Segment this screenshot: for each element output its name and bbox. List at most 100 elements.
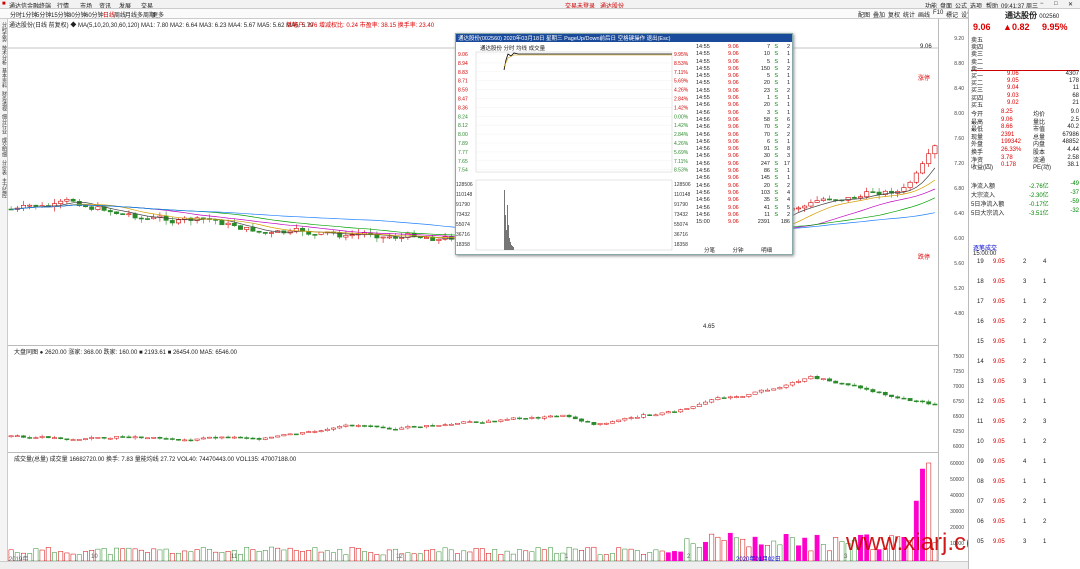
tick-list[interactable]: 14:55 9.06 7 S 2 14:55 9.06 10 S 1 14:55 9.06 5 S 1 14:… bbox=[696, 44, 792, 226]
left-tab-trades[interactable]: 成交明细 bbox=[1, 137, 8, 157]
y-tick: 6750 bbox=[952, 399, 964, 405]
index-candle-body bbox=[554, 415, 560, 418]
menu-market[interactable]: 市场 bbox=[80, 1, 92, 8]
tick-row[interactable]: 14:55 9.06 150 S 2 bbox=[696, 66, 792, 73]
tick-row[interactable]: 14:56 9.06 3 S 1 bbox=[696, 110, 792, 117]
left-tab-industry[interactable]: 细分行业 bbox=[1, 114, 8, 134]
x-tick: 12 bbox=[396, 554, 403, 560]
volume-bar bbox=[783, 534, 789, 561]
index-candle-body bbox=[610, 421, 615, 424]
tick-row[interactable]: 14:55 9.06 20 S 1 bbox=[696, 80, 792, 87]
index-chart[interactable] bbox=[8, 346, 938, 453]
menu-options[interactable]: 选项 bbox=[970, 1, 982, 8]
order-book-row[interactable]: 买二 9.05 178 bbox=[971, 78, 1079, 87]
order-book-row[interactable]: 卖一 bbox=[971, 64, 1079, 73]
tool-overlay-chart[interactable]: 配图 bbox=[858, 10, 870, 18]
order-book-row[interactable]: 卖二 bbox=[971, 57, 1079, 66]
intraday-popup[interactable]: 通达股份(002560) 2020年03月18日 星期三 PageUp/Down… bbox=[455, 33, 793, 255]
tick-row[interactable]: 14:56 9.06 247 S 17 bbox=[696, 161, 792, 168]
maximize-icon[interactable]: □ bbox=[1054, 1, 1058, 7]
y-tick: 8.00 bbox=[954, 111, 964, 117]
tick-time: 14:56 bbox=[696, 138, 710, 145]
footer-tab-detail[interactable]: 明细 bbox=[761, 248, 772, 254]
tick-row[interactable]: 14:56 9.06 103 S 4 bbox=[696, 190, 792, 197]
tick-row[interactable]: 14:56 9.06 70 S 2 bbox=[696, 124, 792, 131]
minimize-icon[interactable]: − bbox=[1040, 1, 1044, 7]
menu-quote[interactable]: 行情 bbox=[57, 1, 69, 8]
order-book-row[interactable]: 买四 9.03 68 bbox=[971, 93, 1079, 102]
order-book-row[interactable]: 买一 9.06 4307 bbox=[971, 71, 1079, 80]
tick-row[interactable]: 14:56 9.06 41 S 5 bbox=[696, 205, 792, 212]
tick-row[interactable]: 14:56 9.06 30 S 3 bbox=[696, 153, 792, 160]
tool-mark[interactable]: 標记 bbox=[946, 10, 958, 18]
tick-row[interactable]: 14:55 9.06 5 S 1 bbox=[696, 59, 792, 66]
tool-draw[interactable]: 画线 bbox=[918, 10, 930, 18]
order-book-row[interactable]: 买三 9.04 11 bbox=[971, 85, 1079, 94]
period-intraday[interactable]: 分时 bbox=[10, 10, 22, 18]
tick-row[interactable]: 14:55 9.06 23 S 2 bbox=[696, 88, 792, 95]
order-book-row[interactable]: 卖三 bbox=[971, 49, 1079, 58]
tick-row[interactable]: 14:56 9.06 86 S 1 bbox=[696, 168, 792, 175]
tick-side: S bbox=[774, 197, 778, 204]
volume-chart[interactable] bbox=[8, 453, 938, 561]
footer-tab-trades[interactable]: 分笔 bbox=[704, 248, 715, 254]
menu-formula[interactable]: 公式 bbox=[955, 1, 967, 8]
tick-row[interactable]: 14:55 9.06 7 S 2 bbox=[696, 44, 792, 51]
tick-time: 14:55 bbox=[696, 44, 710, 50]
tick-row[interactable]: 14:56 9.06 20 S 2 bbox=[696, 183, 792, 190]
tick-row[interactable]: 14:55 9.06 5 S 1 bbox=[696, 73, 792, 80]
menu-info[interactable]: 资讯 bbox=[99, 1, 111, 8]
menu-board[interactable]: 盘面 bbox=[940, 1, 952, 8]
tick-price: 9.06 bbox=[728, 182, 739, 189]
tick-row[interactable]: 14:56 9.06 58 S 6 bbox=[696, 117, 792, 124]
tick-row[interactable]: 14:56 9.06 6 S 1 bbox=[696, 139, 792, 146]
intraday-chart[interactable]: 9.06 9.95% 8.94 8.53% 8.83 7.11% 8.71 5.69% 8.59… bbox=[456, 42, 694, 252]
period-5min[interactable]: 5分钟 bbox=[36, 10, 51, 18]
index-pane[interactable]: 大盘同图 ● 2620.00 涨家: 368.00 跌家: 160.00 ■ 2… bbox=[8, 346, 938, 453]
index-candle-body bbox=[355, 425, 361, 427]
stat-row: 今开 8.25 均价 9.0 bbox=[971, 109, 1079, 118]
period-monthly[interactable]: 月线 bbox=[125, 10, 137, 18]
close-icon[interactable]: ✕ bbox=[1068, 1, 1073, 8]
tool-stack[interactable]: 叠加 bbox=[873, 10, 885, 18]
tool-stats[interactable]: 统计 bbox=[903, 10, 915, 18]
menu-help[interactable]: 帮助 bbox=[986, 1, 998, 8]
tick-row[interactable]: 14:56 9.06 35 S 4 bbox=[696, 197, 792, 204]
period-30min[interactable]: 30分钟 bbox=[68, 10, 87, 18]
footer-tab-minute[interactable]: 分钟 bbox=[733, 248, 744, 254]
tick-row[interactable]: 14:55 9.06 10 S 1 bbox=[696, 51, 792, 58]
volume-bar bbox=[628, 548, 634, 561]
volume-pane[interactable]: 成交量(总量) 成交量 16682720.00 换手: 7.83 量能均线 27… bbox=[8, 453, 999, 563]
left-tab-intraday[interactable]: 分时走势 bbox=[1, 22, 8, 42]
period-15min[interactable]: 15分钟 bbox=[51, 10, 70, 18]
left-tab-basic[interactable]: 基本资料 bbox=[1, 68, 8, 88]
volume-bar bbox=[293, 550, 299, 561]
tick-row[interactable]: 14:56 9.06 145 S 1 bbox=[696, 175, 792, 182]
volume-bar bbox=[622, 548, 628, 561]
tick-row[interactable]: 14:56 9.06 11 S 2 bbox=[696, 212, 792, 219]
tool-adjust[interactable]: 复权 bbox=[888, 10, 900, 18]
tick-row[interactable]: 14:56 9.06 20 S 1 bbox=[696, 102, 792, 109]
login-status[interactable]: 交易未登录 bbox=[565, 1, 595, 8]
menu-function[interactable]: 功能 bbox=[925, 1, 937, 8]
tool-f10[interactable]: F10 bbox=[933, 10, 943, 16]
order-book-row[interactable]: 卖五 bbox=[971, 35, 1079, 44]
order-book-row[interactable]: 买五 9.02 21 bbox=[971, 100, 1079, 109]
tick-row[interactable]: 15:00 9.06 2391 186 bbox=[696, 219, 792, 226]
index-candle-body bbox=[882, 391, 888, 396]
tick-row[interactable]: 14:55 9.06 1 S 1 bbox=[696, 95, 792, 102]
popup-title[interactable]: 通达股份(002560) 2020年03月18日 星期三 PageUp/Down… bbox=[456, 34, 792, 42]
left-tab-finance[interactable]: 财务透视 bbox=[1, 91, 8, 111]
period-more[interactable]: 更多 bbox=[152, 10, 164, 18]
index-candle-body bbox=[591, 422, 597, 425]
volume-bar bbox=[256, 550, 262, 561]
tick-row[interactable]: 14:56 9.06 70 S 2 bbox=[696, 132, 792, 139]
left-tab-price-table[interactable]: 分价表 bbox=[1, 160, 8, 175]
left-tab-monitor[interactable]: 主力监控 bbox=[1, 178, 8, 198]
period-60min[interactable]: 60分钟 bbox=[85, 10, 104, 18]
tick-row[interactable]: 14:56 9.06 91 S 8 bbox=[696, 146, 792, 153]
menu-trade[interactable]: 交易 bbox=[141, 1, 153, 8]
order-book-row[interactable]: 卖四 bbox=[971, 42, 1079, 51]
left-tab-technical[interactable]: 技术分析 bbox=[1, 45, 8, 65]
menu-develop[interactable]: 发展 bbox=[119, 1, 131, 8]
